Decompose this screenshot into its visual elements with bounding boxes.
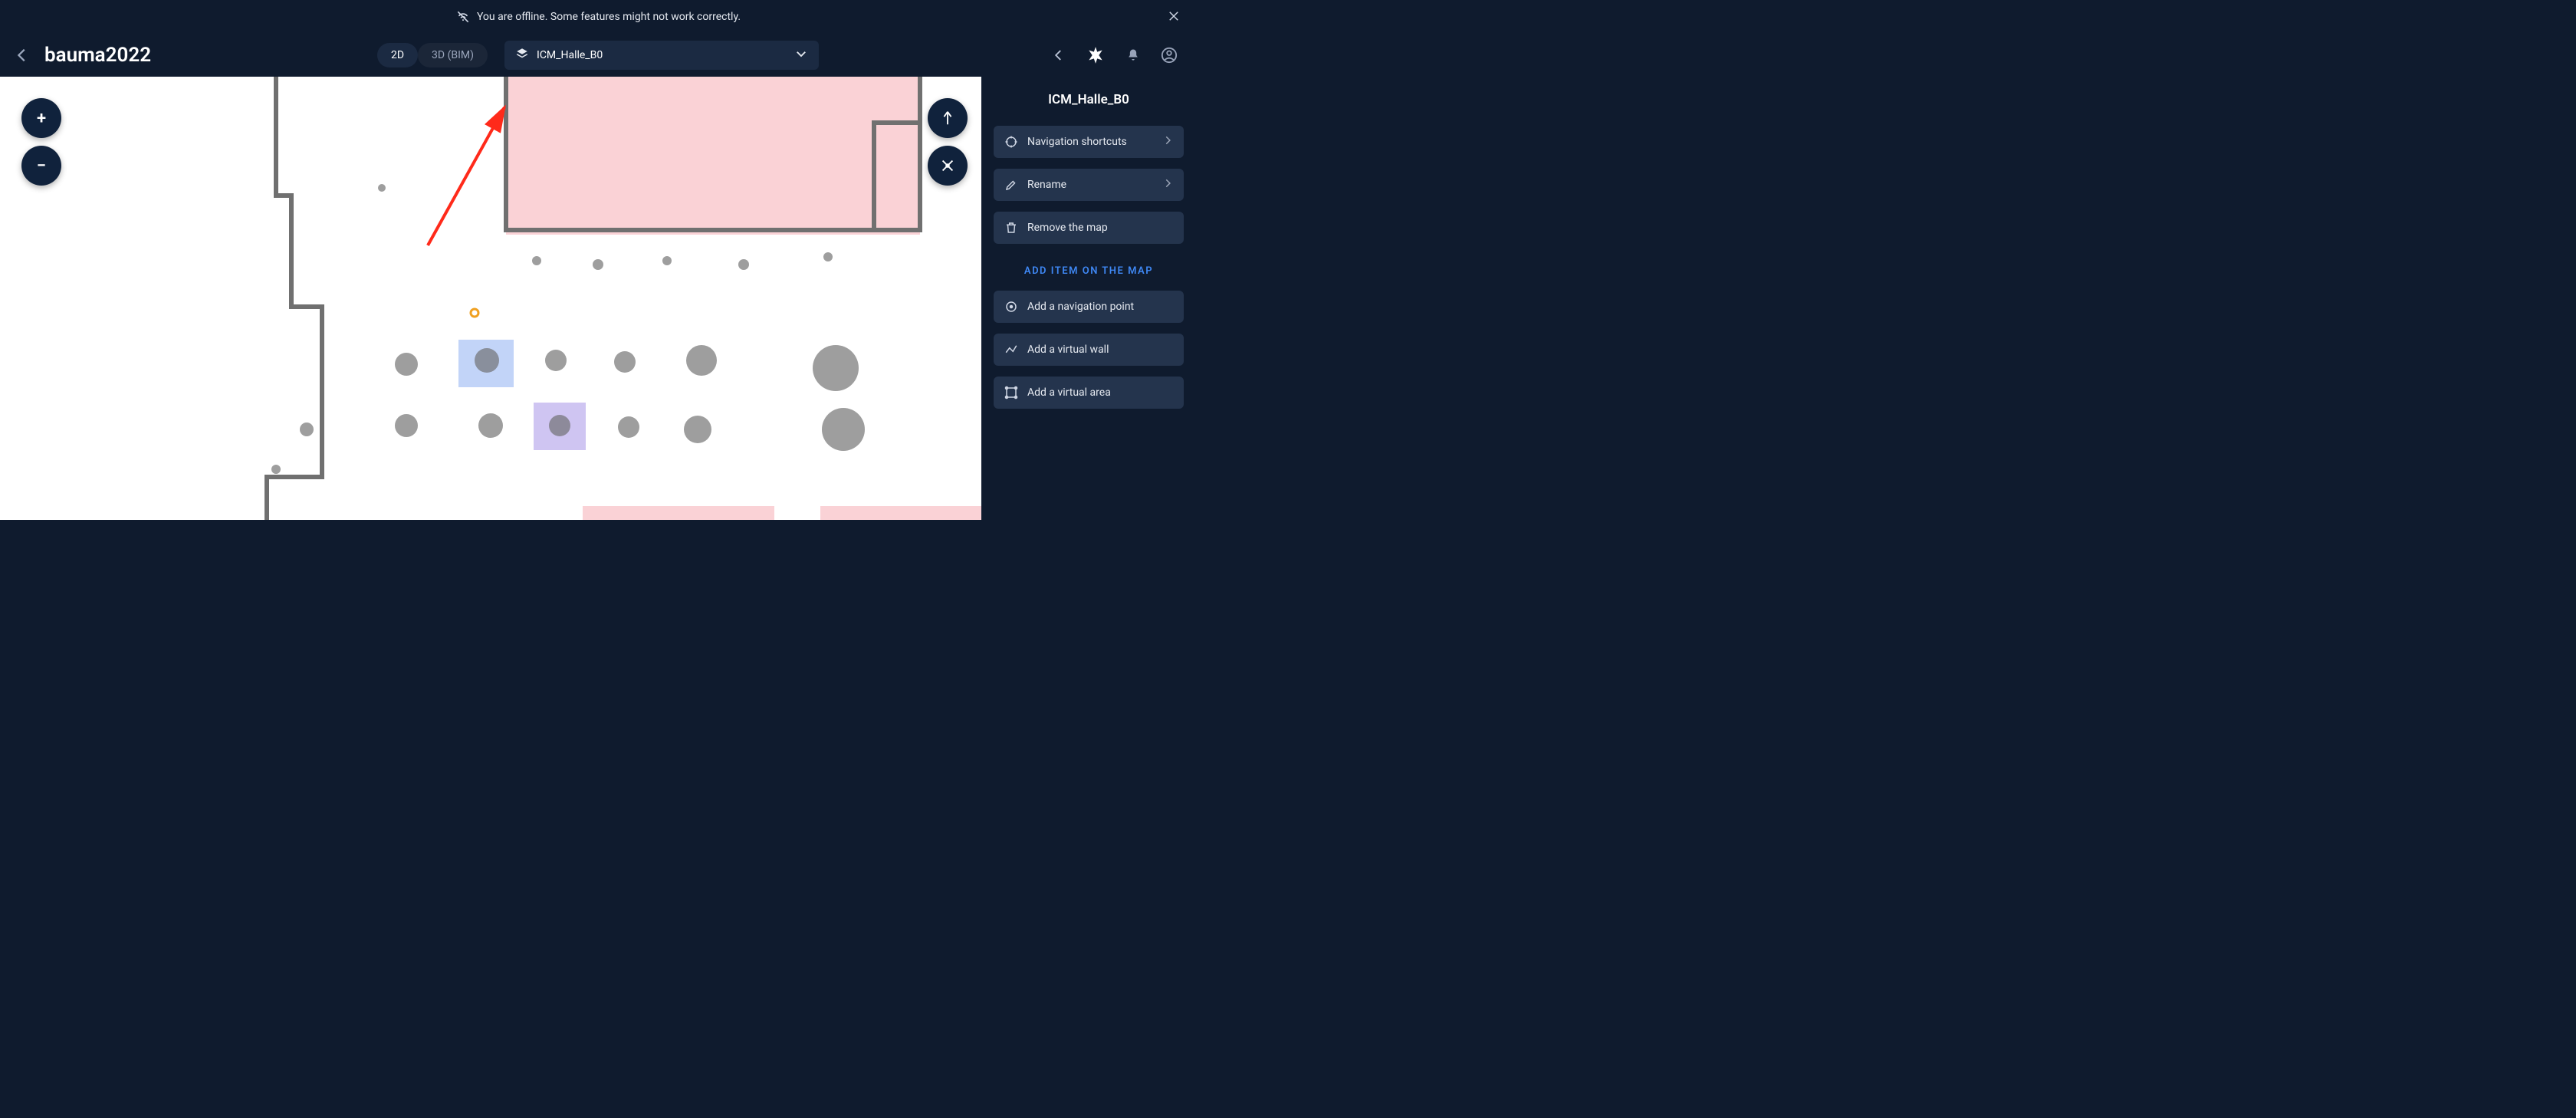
zoom-in-button[interactable]: + xyxy=(21,98,61,138)
pencil-icon xyxy=(1004,178,1018,192)
navpoint-icon xyxy=(1004,300,1018,314)
add-virtual-wall-button[interactable]: Add a virtual wall xyxy=(994,334,1184,366)
panel-title: ICM_Halle_B0 xyxy=(994,92,1184,107)
measure-tool-button[interactable] xyxy=(928,146,968,186)
view-mode-toggle: 2D 3D (BIM) xyxy=(377,43,488,67)
map-canvas[interactable]: + − xyxy=(0,77,981,520)
map-selector-dropdown[interactable]: ICM_Halle_B0 xyxy=(504,41,819,70)
map-tool-controls xyxy=(928,98,968,186)
add-virtual-area-button[interactable]: Add a virtual area xyxy=(994,377,1184,409)
brand-logo-icon[interactable] xyxy=(1086,45,1106,65)
view-3d-tab[interactable]: 3D (BIM) xyxy=(418,43,488,67)
topbar-right-icons xyxy=(1052,45,1182,65)
polyline-icon xyxy=(1004,343,1018,357)
map-svg xyxy=(0,77,981,520)
project-title: bauma2022 xyxy=(44,44,151,67)
trash-icon xyxy=(1004,221,1018,235)
side-panel: ICM_Halle_B0 Navigation shortcuts Rename xyxy=(981,77,1196,520)
view-2d-tab[interactable]: 2D xyxy=(377,43,418,67)
chevron-right-icon xyxy=(1162,178,1173,192)
target-icon xyxy=(1004,135,1018,149)
remove-map-button[interactable]: Remove the map xyxy=(994,212,1184,244)
add-virtual-wall-label: Add a virtual wall xyxy=(1027,344,1109,356)
topbar: bauma2022 2D 3D (BIM) ICM_Halle_B0 xyxy=(0,34,1196,77)
layers-icon xyxy=(515,47,529,64)
add-navpoint-button[interactable]: Add a navigation point xyxy=(994,291,1184,323)
add-virtual-area-label: Add a virtual area xyxy=(1027,386,1111,399)
offline-message: You are offline. Some features might not… xyxy=(477,11,741,23)
account-icon[interactable] xyxy=(1161,47,1178,64)
back-button[interactable] xyxy=(14,47,31,64)
zoom-out-button[interactable]: − xyxy=(21,146,61,186)
map-selector-label: ICM_Halle_B0 xyxy=(537,49,603,61)
chevron-right-icon xyxy=(1162,135,1173,149)
chevron-down-icon xyxy=(794,47,808,64)
area-icon xyxy=(1004,386,1018,400)
rename-button[interactable]: Rename xyxy=(994,169,1184,201)
workspace: + − ICM_Halle_B0 Navigation shortc xyxy=(0,77,1196,520)
add-navpoint-label: Add a navigation point xyxy=(1027,301,1134,313)
offline-icon xyxy=(455,9,471,25)
notifications-icon[interactable] xyxy=(1125,48,1141,63)
banner-close-button[interactable] xyxy=(1167,9,1181,23)
add-item-section-label: ADD ITEM ON THE MAP xyxy=(994,265,1184,277)
offline-banner: You are offline. Some features might not… xyxy=(0,0,1196,34)
remove-map-label: Remove the map xyxy=(1027,222,1108,234)
nav-shortcuts-button[interactable]: Navigation shortcuts xyxy=(994,126,1184,158)
compass-tool-button[interactable] xyxy=(928,98,968,138)
nav-shortcuts-label: Navigation shortcuts xyxy=(1027,136,1127,148)
panel-collapse-button[interactable] xyxy=(1052,48,1066,62)
rename-label: Rename xyxy=(1027,179,1066,191)
zoom-controls: + − xyxy=(21,98,61,186)
